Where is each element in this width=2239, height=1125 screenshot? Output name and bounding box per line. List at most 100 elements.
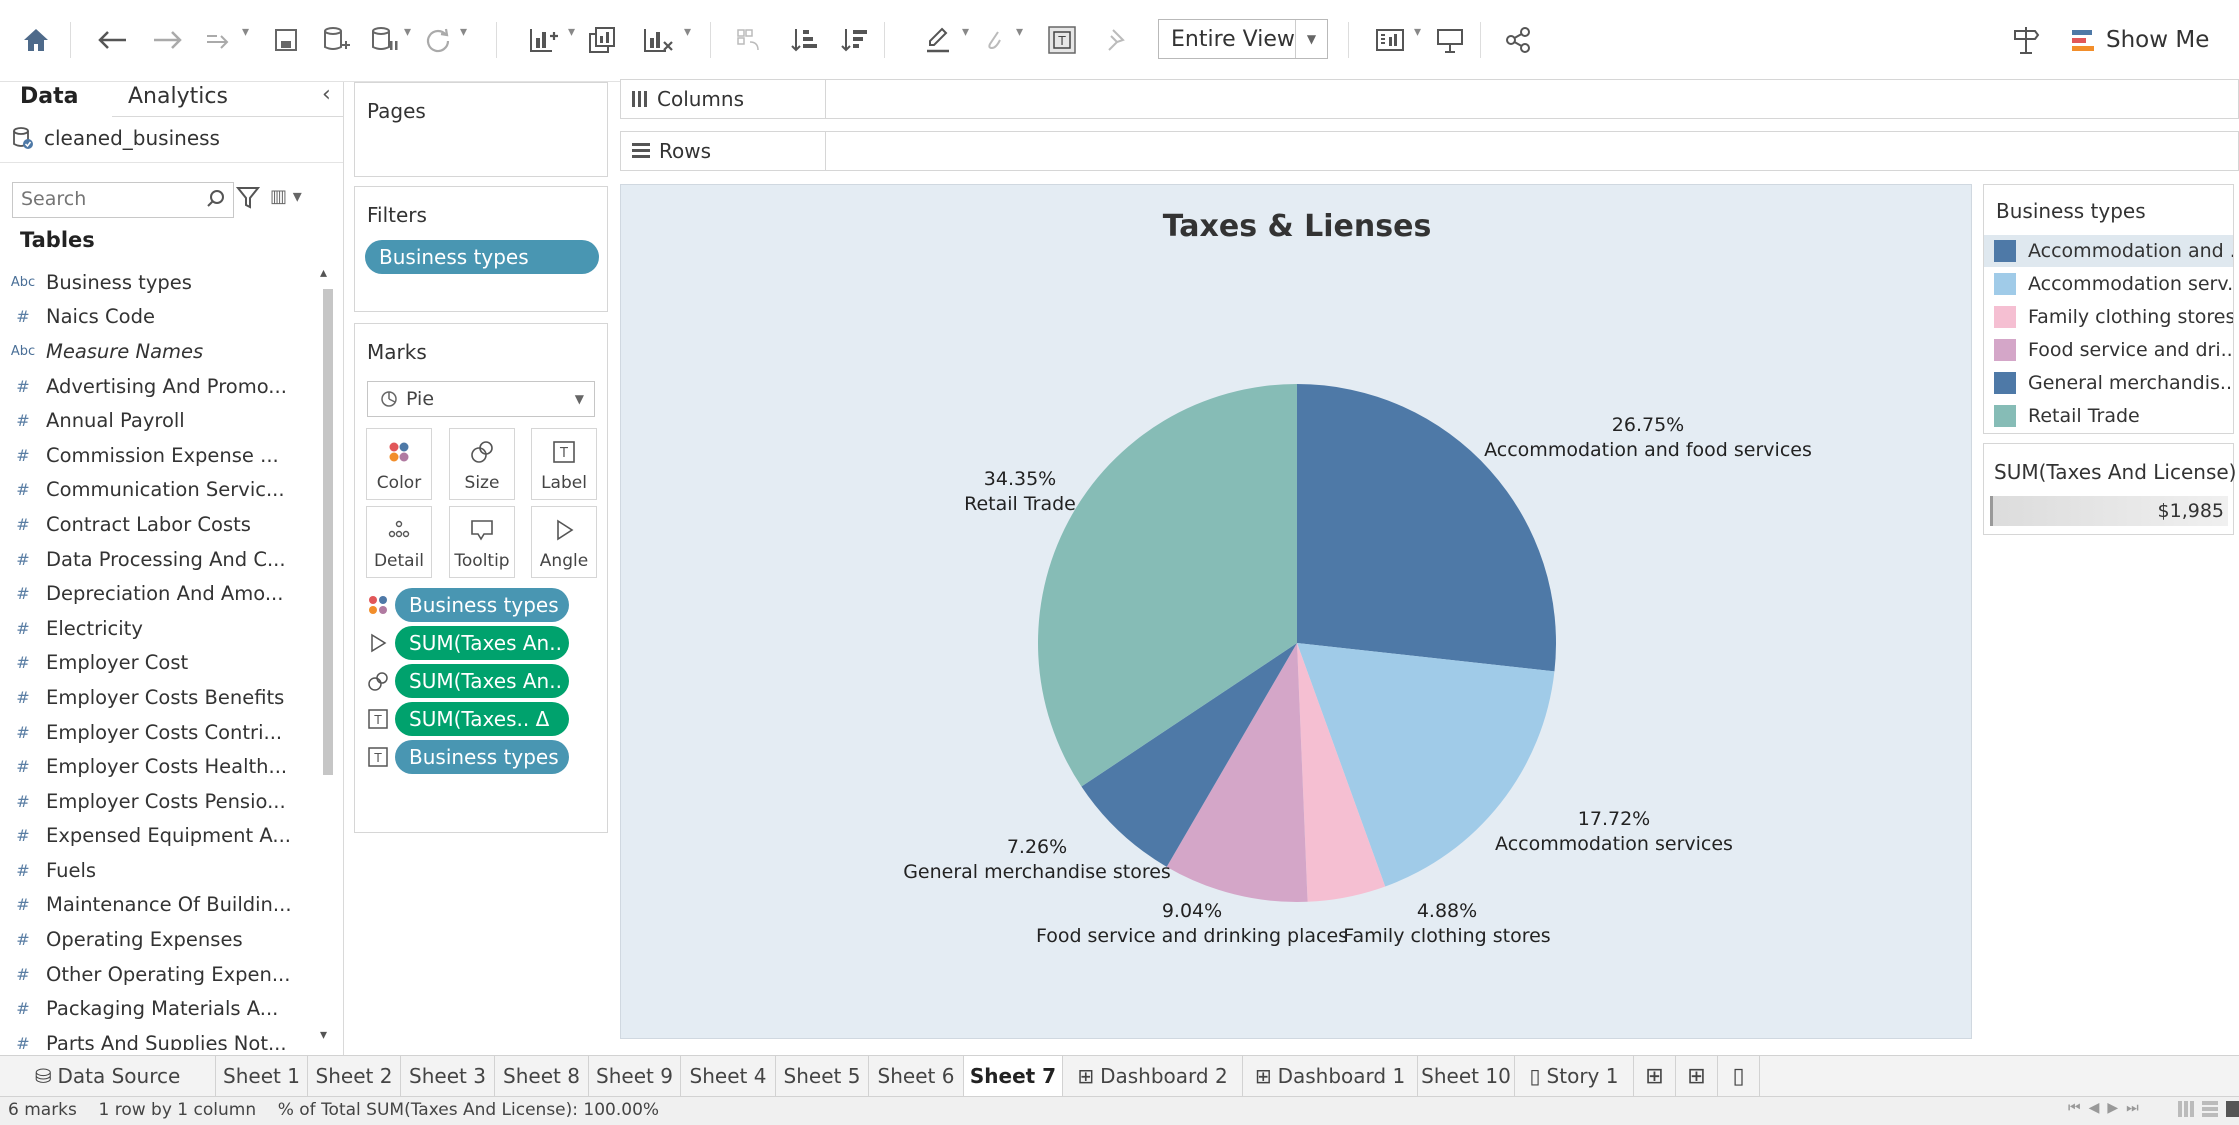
- swap-rows-columns-icon[interactable]: [730, 20, 766, 60]
- field-item[interactable]: # Packaging Materials A...: [0, 991, 320, 1026]
- filter-pill-business-types[interactable]: Business types: [365, 240, 599, 274]
- duplicate-sheet-icon[interactable]: [584, 20, 620, 60]
- field-item[interactable]: # Employer Costs Contri...: [0, 715, 320, 750]
- pause-updates-icon[interactable]: [366, 20, 402, 60]
- replay-animation-icon[interactable]: [200, 20, 240, 60]
- color-pill-business-types[interactable]: Business types: [395, 588, 569, 622]
- legend-item[interactable]: Retail Trade: [1984, 400, 2233, 432]
- show-me-button[interactable]: Show Me: [2072, 18, 2209, 62]
- replay-dropdown-icon[interactable]: ▾: [242, 24, 249, 40]
- sort-descending-icon[interactable]: [836, 20, 872, 60]
- sheet-tab[interactable]: Sheet 6: [869, 1056, 964, 1096]
- rows-shelf[interactable]: Rows: [620, 131, 2239, 171]
- field-item[interactable]: # Contract Labor Costs: [0, 507, 320, 542]
- home-icon[interactable]: [18, 20, 54, 60]
- field-item[interactable]: # Parts And Supplies Not...: [0, 1026, 320, 1050]
- filter-fields-icon[interactable]: [235, 185, 261, 216]
- size-pill-sum-taxes[interactable]: SUM(Taxes An..: [395, 664, 569, 698]
- field-item[interactable]: # Communication Servic...: [0, 473, 320, 508]
- filters-card[interactable]: Filters Business types: [354, 186, 608, 312]
- sheet-tab[interactable]: Sheet 5: [776, 1056, 869, 1096]
- sheet-tab[interactable]: Sheet 7: [964, 1056, 1063, 1096]
- field-item[interactable]: # Employer Cost: [0, 646, 320, 681]
- field-item[interactable]: # Expensed Equipment A...: [0, 819, 320, 854]
- legend-item[interactable]: General merchandis..: [1984, 367, 2233, 399]
- angle-pill-sum-taxes[interactable]: SUM(Taxes An..: [395, 626, 569, 660]
- scrollbar[interactable]: ▴ ▾: [320, 265, 336, 1050]
- sheet-tab[interactable]: ⛁ Data Source: [0, 1056, 216, 1096]
- field-item[interactable]: # Data Processing And C...: [0, 542, 320, 577]
- fit-dropdown[interactable]: Entire View ▼: [1158, 19, 1328, 59]
- sheet-tab[interactable]: Sheet 4: [681, 1056, 776, 1096]
- sort-ascending-icon[interactable]: [786, 20, 822, 60]
- label-pill-sum-taxes-percent[interactable]: SUM(Taxes.. Δ: [395, 702, 569, 736]
- new-dashboard-icon[interactable]: ⊞: [1676, 1056, 1718, 1096]
- new-worksheet-icon[interactable]: [526, 20, 562, 60]
- mark-tooltip-button[interactable]: Tooltip: [449, 506, 515, 578]
- field-item[interactable]: # Maintenance Of Buildin...: [0, 888, 320, 923]
- sheet-tab[interactable]: ⊞ Dashboard 1: [1243, 1056, 1418, 1096]
- refresh-icon[interactable]: [420, 20, 456, 60]
- field-item[interactable]: # Commission Expense ...: [0, 438, 320, 473]
- new-story-icon[interactable]: ▯: [1718, 1056, 1760, 1096]
- viz-canvas[interactable]: Taxes & Lienses 26.75% Accommodation and …: [620, 184, 1972, 1039]
- field-item[interactable]: # Employer Costs Benefits: [0, 680, 320, 715]
- sheet-tab[interactable]: Sheet 8: [495, 1056, 589, 1096]
- scroll-down-icon[interactable]: ▾: [320, 1027, 327, 1043]
- search-field[interactable]: [12, 182, 234, 218]
- sheet-tab[interactable]: ▯ Story 1: [1515, 1056, 1634, 1096]
- clear-sheet-icon[interactable]: [640, 20, 676, 60]
- filmstrip-icon[interactable]: [2202, 1101, 2218, 1117]
- columns-shelf[interactable]: Columns: [620, 79, 2239, 119]
- save-icon[interactable]: [268, 20, 304, 60]
- field-item[interactable]: # Employer Costs Health...: [0, 749, 320, 784]
- scroll-up-icon[interactable]: ▴: [320, 265, 327, 281]
- collapse-pane-icon[interactable]: ‹: [322, 82, 331, 107]
- field-item[interactable]: # Depreciation And Amo...: [0, 576, 320, 611]
- field-item[interactable]: Abc Measure Names: [0, 334, 320, 369]
- fix-axes-icon[interactable]: [1098, 20, 1134, 60]
- mark-size-button[interactable]: Size: [449, 428, 515, 500]
- sheet-sorter-icon[interactable]: [2178, 1101, 2194, 1117]
- field-item[interactable]: # Employer Costs Pensio...: [0, 784, 320, 819]
- share-icon[interactable]: [1500, 20, 1536, 60]
- sheet-tab[interactable]: Sheet 10: [1418, 1056, 1515, 1096]
- legend-item[interactable]: Accommodation and ..: [1984, 235, 2233, 267]
- mark-color-button[interactable]: Color: [366, 428, 432, 500]
- field-item[interactable]: # Electricity: [0, 611, 320, 646]
- legend-item[interactable]: Accommodation serv..: [1984, 268, 2233, 300]
- presentation-mode-icon[interactable]: [1432, 20, 1468, 60]
- tab-data[interactable]: Data: [20, 82, 78, 116]
- legend-item[interactable]: Food service and dri..: [1984, 334, 2233, 366]
- pages-card[interactable]: Pages: [354, 82, 608, 177]
- search-input[interactable]: [13, 183, 183, 215]
- mark-angle-button[interactable]: Angle: [531, 506, 597, 578]
- highlight-icon[interactable]: [920, 20, 956, 60]
- tabs-view-icon[interactable]: [2226, 1101, 2239, 1117]
- new-datasource-icon[interactable]: [318, 20, 354, 60]
- redo-icon[interactable]: [148, 20, 188, 60]
- label-pill-business-types[interactable]: Business types: [395, 740, 569, 774]
- undo-icon[interactable]: [92, 20, 132, 60]
- mark-detail-button[interactable]: Detail: [366, 506, 432, 578]
- sheet-tab[interactable]: Sheet 9: [589, 1056, 681, 1096]
- sheet-tab[interactable]: ⊞ Dashboard 2: [1063, 1056, 1243, 1096]
- show-cards-icon[interactable]: [1372, 20, 1408, 60]
- field-item[interactable]: # Operating Expenses: [0, 922, 320, 957]
- field-item[interactable]: # Naics Code: [0, 300, 320, 335]
- signpost-icon[interactable]: [2008, 20, 2044, 60]
- group-members-icon[interactable]: [976, 20, 1012, 60]
- mark-type-dropdown[interactable]: Pie ▼: [367, 381, 595, 417]
- sheet-tab[interactable]: Sheet 3: [401, 1056, 495, 1096]
- view-options-icon[interactable]: ▥ ▾: [270, 186, 302, 207]
- show-mark-labels-icon[interactable]: T: [1044, 20, 1080, 60]
- field-item[interactable]: Abc Business types: [0, 265, 320, 300]
- sheet-navigation-icon[interactable]: ⏮◀▶⏭: [2068, 1100, 2147, 1116]
- field-item[interactable]: # Annual Payroll: [0, 403, 320, 438]
- field-item[interactable]: # Advertising And Promo...: [0, 369, 320, 404]
- scroll-thumb[interactable]: [323, 289, 333, 775]
- sheet-tab[interactable]: Sheet 1: [216, 1056, 308, 1096]
- tab-analytics[interactable]: Analytics: [128, 82, 228, 116]
- field-item[interactable]: # Fuels: [0, 853, 320, 888]
- field-item[interactable]: # Other Operating Expen...: [0, 957, 320, 992]
